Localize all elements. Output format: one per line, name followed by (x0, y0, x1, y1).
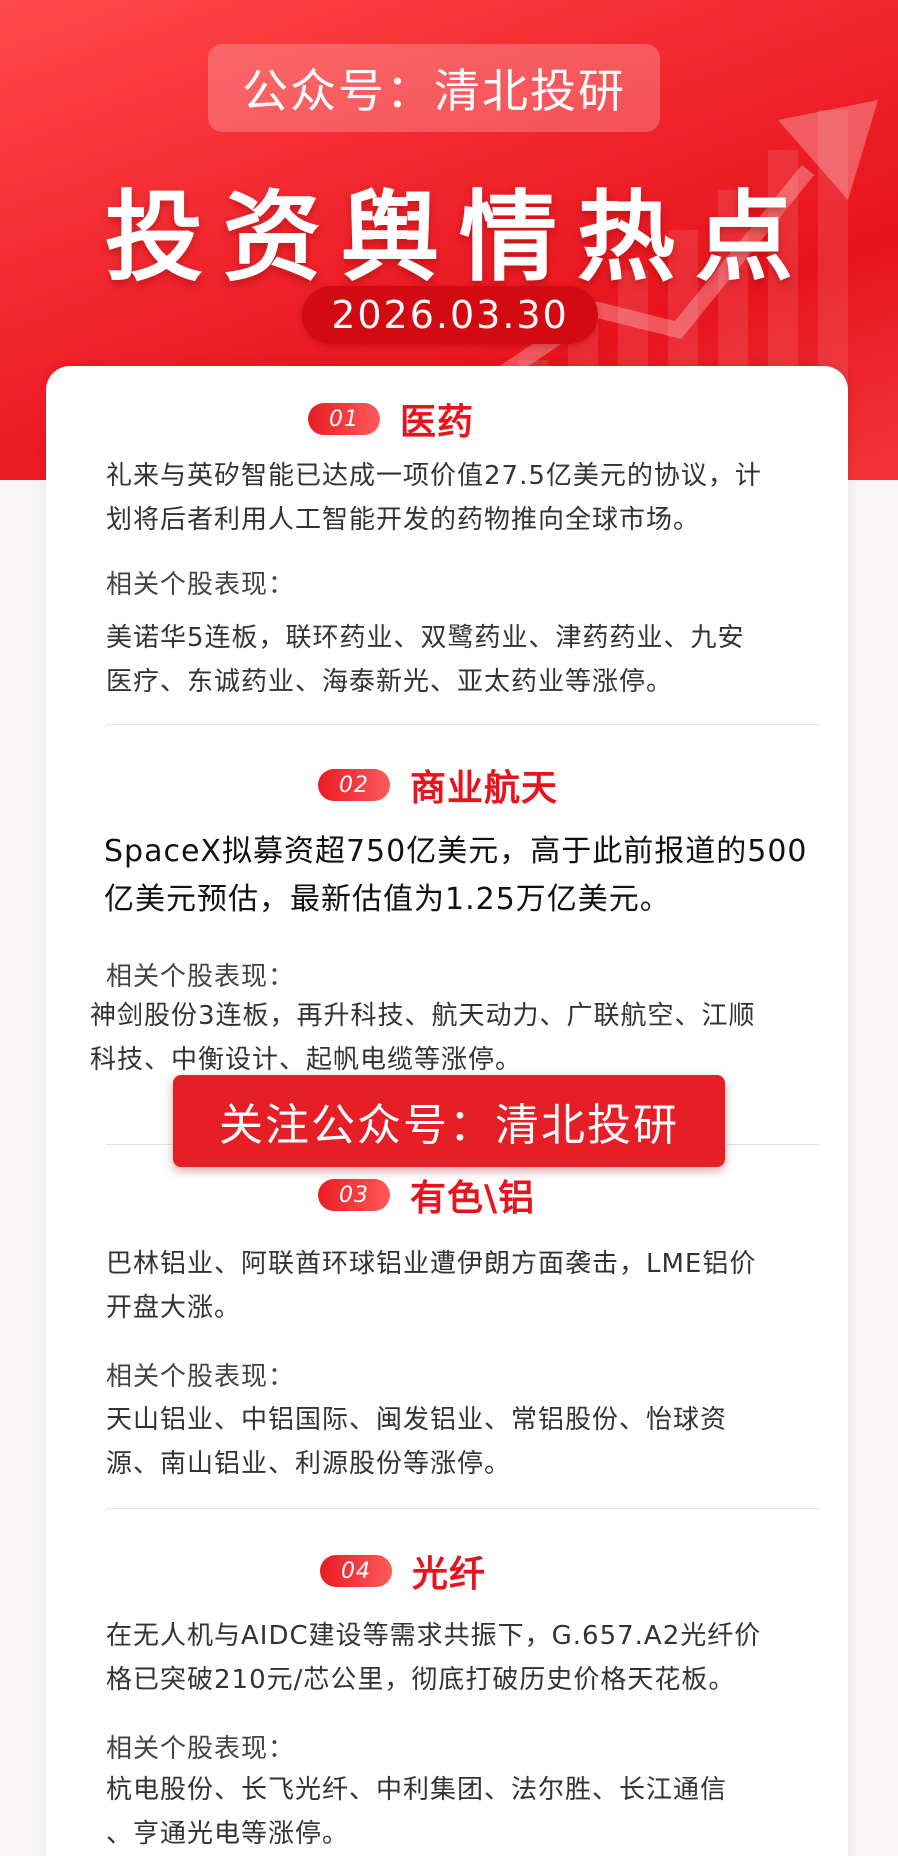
summary-line: 划将后者利用人工智能开发的药物推向全球市场。 (106, 505, 701, 535)
section-header: 01 医药 (308, 396, 475, 443)
stock-line: 神剑股份3连板，再升科技、航天动力、广联航空、江顺 (90, 1001, 756, 1031)
account-name: 公众号：清北投研 (208, 44, 660, 132)
section-summary: 巴林铝业、阿联酋环球铝业遭伊朗方面袭击，LME铝价 开盘大涨。 (106, 1242, 816, 1330)
section-summary: SpaceX拟募资超750亿美元，高于此前报道的500 亿美元预估，最新估值为1… (104, 828, 834, 924)
stock-line: 医疗、东诚药业、海泰新光、亚太药业等涨停。 (106, 667, 674, 697)
stock-label: 相关个股表现： (106, 962, 296, 992)
section-summary: 礼来与英矽智能已达成一项价值27.5亿美元的协议，计 划将后者利用人工智能开发的… (106, 454, 816, 542)
follow-account-banner[interactable]: 关注公众号：清北投研 (173, 1075, 725, 1167)
section-title: 医药 (400, 402, 475, 443)
stock-line: 源、南山铝业、利源股份等涨停。 (106, 1449, 512, 1479)
section-title: 商业航天 (410, 768, 559, 809)
section-number: 02 (318, 769, 390, 801)
section-number: 04 (320, 1555, 392, 1587)
summary-line: 亿美元预估，最新估值为1.25万亿美元。 (104, 882, 671, 917)
stock-label: 相关个股表现： (106, 1734, 296, 1764)
stock-label: 相关个股表现： (106, 570, 296, 600)
section-title: 有色\铝 (410, 1178, 536, 1219)
section-number: 01 (308, 403, 380, 435)
section-header: 02 商业航天 (318, 762, 559, 809)
date-badge: 2026.03.30 (302, 286, 598, 344)
stock-line: 美诺华5连板，联环药业、双鹭药业、津药药业、九安 (106, 623, 745, 653)
stock-line: 杭电股份、长飞光纤、中利集团、法尔胜、长江通信 (106, 1775, 728, 1805)
summary-line: SpaceX拟募资超750亿美元，高于此前报道的500 (104, 834, 808, 869)
summary-line: 格已突破210元/芯公里，彻底打破历史价格天花板。 (106, 1665, 736, 1695)
summary-line: 开盘大涨。 (106, 1293, 242, 1323)
divider (106, 724, 820, 725)
stock-label: 相关个股表现： (106, 1362, 296, 1392)
section-header: 04 光纤 (320, 1548, 487, 1595)
stock-list: 美诺华5连板，联环药业、双鹭药业、津药药业、九安 医疗、东诚药业、海泰新光、亚太… (106, 616, 816, 704)
stock-line: 天山铝业、中铝国际、闽发铝业、常铝股份、怡球资 (106, 1405, 728, 1435)
page-title: 投资舆情热点 (104, 181, 813, 295)
stock-list: 杭电股份、长飞光纤、中利集团、法尔胜、长江通信 、亨通光电等涨停。 (106, 1768, 816, 1856)
stock-line: 、亨通光电等涨停。 (106, 1819, 350, 1849)
stock-list: 神剑股份3连板，再升科技、航天动力、广联航空、江顺 科技、中衡设计、起帆电缆等涨… (90, 994, 840, 1082)
divider (106, 1508, 820, 1509)
stock-list: 天山铝业、中铝国际、闽发铝业、常铝股份、怡球资 源、南山铝业、利源股份等涨停。 (106, 1398, 816, 1486)
section-summary: 在无人机与AIDC建设等需求共振下，G.657.A2光纤价 格已突破210元/芯… (106, 1614, 816, 1702)
section-title: 光纤 (412, 1554, 487, 1595)
section-number: 03 (318, 1179, 390, 1211)
summary-line: 巴林铝业、阿联酋环球铝业遭伊朗方面袭击，LME铝价 (106, 1249, 757, 1279)
summary-line: 礼来与英矽智能已达成一项价值27.5亿美元的协议，计 (106, 461, 762, 491)
section-header: 03 有色\铝 (318, 1172, 536, 1219)
summary-line: 在无人机与AIDC建设等需求共振下，G.657.A2光纤价 (106, 1621, 762, 1651)
